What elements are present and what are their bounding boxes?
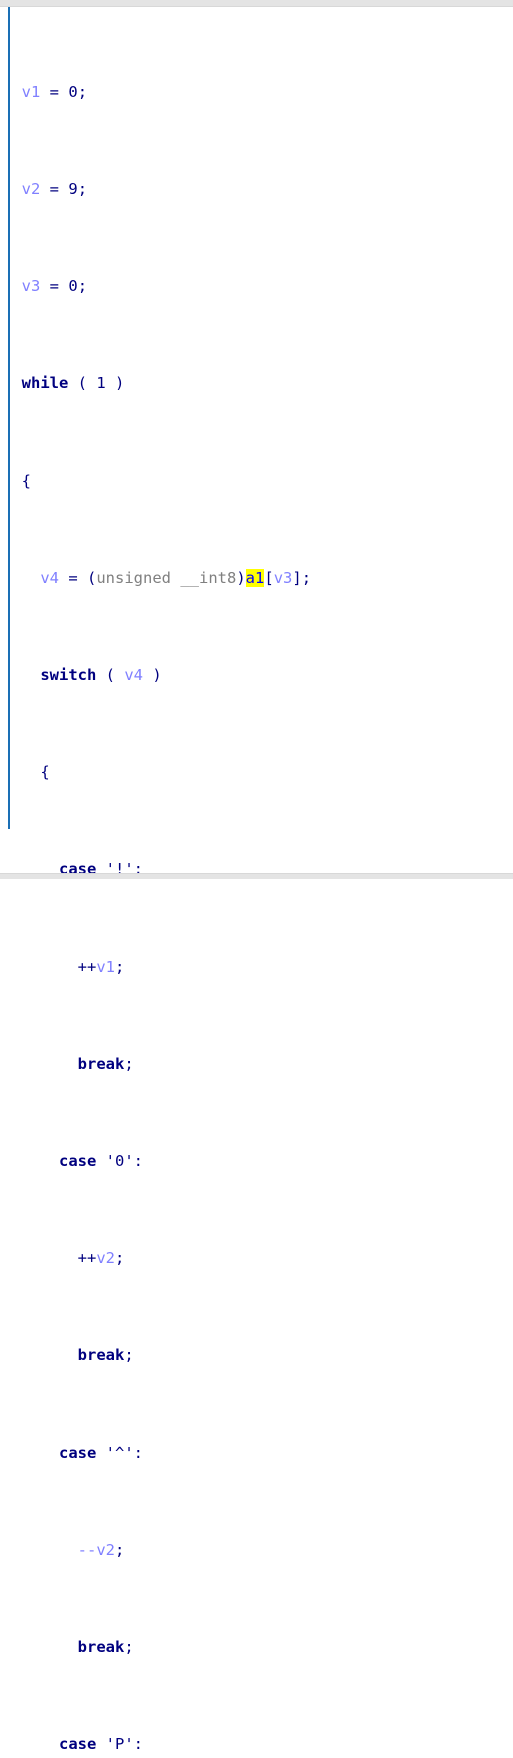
- paren-open: (: [96, 666, 125, 685]
- code-listing[interactable]: v1 = 0; v2 = 9; v3 = 0; while ( 1 ) { v4…: [0, 7, 513, 1758]
- code-line[interactable]: case '0':: [0, 1149, 513, 1173]
- code-line[interactable]: case 'P':: [0, 1732, 513, 1756]
- local-var-v3[interactable]: v3: [22, 277, 41, 295]
- brace-open[interactable]: {: [22, 472, 31, 490]
- paren-close: ): [143, 666, 162, 685]
- operator-assign: =: [40, 277, 69, 296]
- semicolon: ;: [77, 277, 88, 296]
- local-var-v1[interactable]: v1: [22, 83, 41, 101]
- char-literal-p: 'P': [105, 1735, 134, 1754]
- code-line[interactable]: v1 = 0;: [0, 80, 513, 104]
- code-line[interactable]: break;: [0, 1052, 513, 1076]
- operator-decrement: --: [77, 1540, 97, 1559]
- brace-open[interactable]: {: [40, 763, 49, 781]
- local-var-v4[interactable]: v4: [40, 569, 59, 587]
- semicolon: ;: [77, 82, 88, 101]
- keyword-case[interactable]: case: [59, 1735, 96, 1753]
- paren-close: ): [105, 374, 125, 393]
- keyword-while[interactable]: while: [22, 374, 69, 392]
- operator-assign: =: [40, 180, 69, 199]
- number-literal: 1: [96, 374, 106, 393]
- cast-paren-open: (: [87, 568, 97, 587]
- cast-paren-close: ): [236, 568, 246, 587]
- operator-assign: =: [59, 568, 87, 587]
- code-line[interactable]: case '^':: [0, 1441, 513, 1465]
- code-line[interactable]: v4 = (unsigned __int8)a1[v3];: [0, 566, 513, 590]
- semicolon: ;: [77, 180, 88, 199]
- char-literal-zero: '0': [105, 1151, 134, 1170]
- local-var-v3[interactable]: v3: [274, 569, 293, 587]
- semicolon: ;: [115, 1249, 125, 1268]
- local-var-v2[interactable]: v2: [96, 1249, 115, 1267]
- number-literal: 0: [68, 82, 78, 101]
- code-line[interactable]: ++v2;: [0, 1246, 513, 1270]
- colon: :: [133, 1735, 144, 1754]
- type-unsigned-int8: unsigned __int8: [96, 568, 237, 587]
- number-literal: 0: [68, 277, 78, 296]
- paren-group: (: [68, 374, 97, 393]
- window-top-strip: [0, 0, 513, 7]
- keyword-break[interactable]: break: [78, 1346, 125, 1364]
- local-var-v1[interactable]: v1: [96, 958, 115, 976]
- code-line[interactable]: {: [0, 760, 513, 784]
- operator-assign: =: [40, 82, 69, 101]
- keyword-case[interactable]: case: [59, 1444, 96, 1462]
- semicolon: ;: [115, 1540, 125, 1559]
- code-line[interactable]: switch ( v4 ): [0, 663, 513, 687]
- keyword-break[interactable]: break: [78, 1638, 125, 1656]
- code-line[interactable]: --v2;: [0, 1538, 513, 1562]
- semicolon: ;: [115, 957, 125, 976]
- code-line[interactable]: while ( 1 ): [0, 371, 513, 395]
- operator-increment: ++: [77, 1249, 97, 1268]
- number-literal: 9: [68, 180, 78, 199]
- window-bottom-strip: [0, 873, 513, 879]
- local-var-v2[interactable]: v2: [22, 180, 41, 198]
- code-line[interactable]: {: [0, 469, 513, 493]
- colon: :: [133, 1443, 144, 1462]
- bracket-close: ];: [292, 568, 312, 587]
- colon: :: [133, 1151, 144, 1170]
- pseudocode-view[interactable]: v1 = 0; v2 = 9; v3 = 0; while ( 1 ) { v4…: [0, 0, 513, 1753]
- code-line[interactable]: break;: [0, 1635, 513, 1659]
- keyword-switch[interactable]: switch: [40, 666, 96, 684]
- argument-a1[interactable]: a1: [245, 568, 265, 587]
- char-literal-caret: '^': [105, 1443, 134, 1462]
- code-line[interactable]: ++v1;: [0, 955, 513, 979]
- keyword-break[interactable]: break: [78, 1055, 125, 1073]
- code-line[interactable]: break;: [0, 1343, 513, 1367]
- local-var-v2[interactable]: v2: [96, 1541, 115, 1559]
- code-line[interactable]: v3 = 0;: [0, 274, 513, 298]
- local-var-v4[interactable]: v4: [124, 666, 143, 684]
- bracket-open: [: [264, 568, 274, 587]
- operator-increment: ++: [77, 957, 97, 976]
- keyword-case[interactable]: case: [59, 1152, 96, 1170]
- semicolon: ;: [124, 1054, 134, 1073]
- code-line[interactable]: v2 = 9;: [0, 177, 513, 201]
- semicolon: ;: [124, 1637, 134, 1656]
- semicolon: ;: [124, 1346, 134, 1365]
